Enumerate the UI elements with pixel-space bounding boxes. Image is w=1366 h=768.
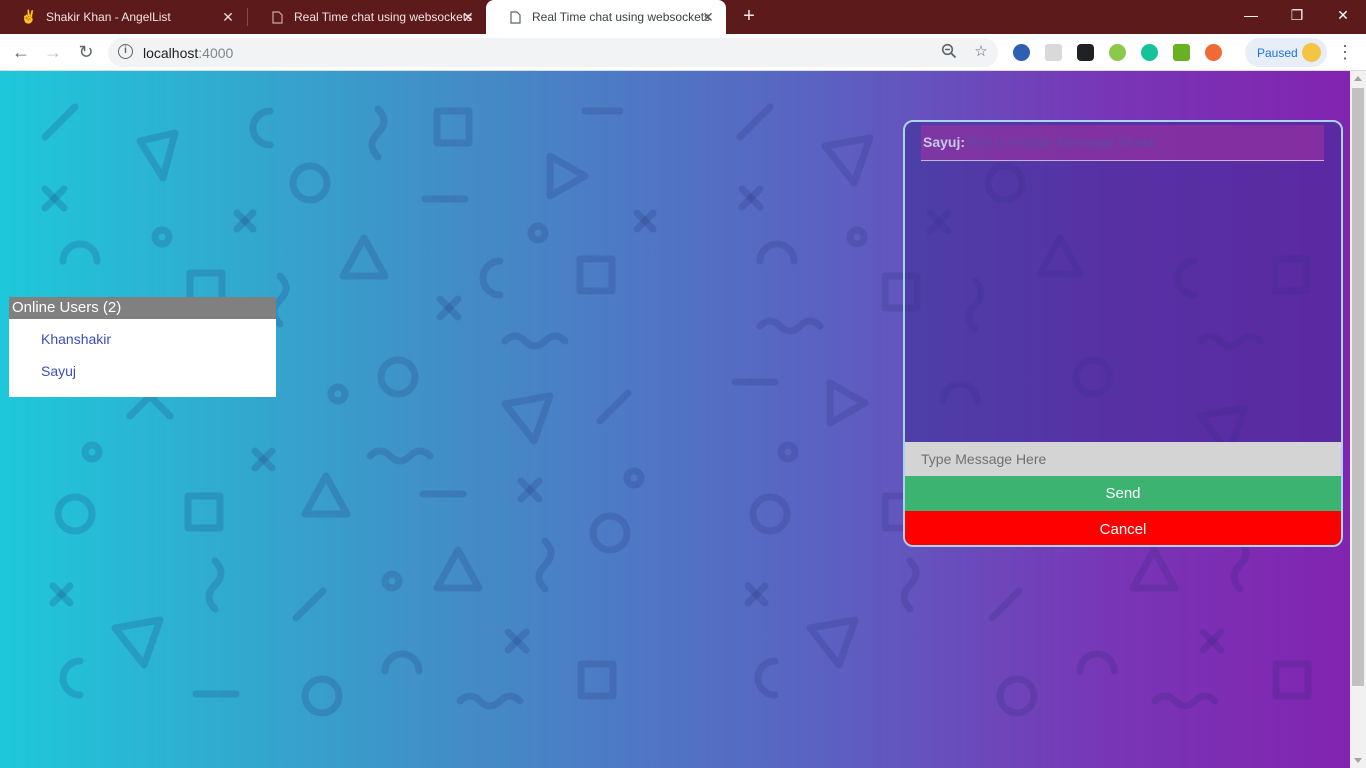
page-icon (508, 10, 522, 24)
forward-icon[interactable]: → (41, 40, 65, 64)
message-text: This Is Private Message Shakir (965, 134, 1158, 150)
user-link-khanshakir[interactable]: Khanshakir (9, 323, 276, 355)
page-scrollbar[interactable] (1350, 71, 1366, 768)
scroll-down-icon[interactable] (1354, 758, 1362, 763)
online-users-title: Online Users (2) (9, 297, 276, 319)
browser-tab-2[interactable]: Real Time chat using websockets ✕ (248, 0, 486, 34)
chat-messages: Sayuj:This Is Private Message Shakir (905, 122, 1341, 442)
private-chat-box: Sayuj:This Is Private Message Shakir Sen… (903, 120, 1343, 547)
browser-tabstrip: ✌ Shakir Khan - AngelList ✕ Real Time ch… (0, 0, 1366, 34)
profile-status: Paused (1257, 46, 1298, 60)
online-users-panel: Online Users (2) Khanshakir Sayuj (9, 297, 276, 397)
scrollbar-thumb[interactable] (1352, 88, 1364, 686)
close-window-icon[interactable]: ✕ (1320, 0, 1366, 30)
address-bar[interactable]: i localhost:4000 ☆ (108, 38, 998, 67)
browser-toolbar: ← → ↻ i localhost:4000 ☆ Paused ⋮ (0, 34, 1366, 71)
browser-tab-1[interactable]: ✌ Shakir Khan - AngelList ✕ (0, 0, 246, 34)
minimize-icon[interactable]: — (1228, 0, 1274, 30)
tab-title: Shakir Khan - AngelList (46, 10, 171, 24)
extension-grammarly-icon[interactable] (1141, 44, 1158, 61)
chat-message: Sayuj:This Is Private Message Shakir (921, 125, 1324, 161)
close-tab-icon[interactable]: ✕ (460, 9, 476, 25)
angellist-icon: ✌ (20, 9, 38, 24)
tab-title: Real Time chat using websockets (294, 10, 473, 24)
message-sender: Sayuj: (923, 134, 966, 150)
restore-icon[interactable]: ❐ (1274, 0, 1320, 30)
site-info-icon[interactable]: i (118, 44, 133, 59)
extension-download-icon[interactable] (1173, 44, 1190, 61)
profile-button[interactable]: Paused (1245, 38, 1327, 67)
send-button[interactable]: Send (905, 476, 1341, 511)
reload-icon[interactable]: ↻ (74, 40, 98, 64)
user-link-sayuj[interactable]: Sayuj (9, 355, 276, 387)
avatar (1302, 43, 1321, 62)
extension-box-icon[interactable] (1045, 44, 1062, 61)
page-icon (270, 10, 284, 24)
extension-node-icon[interactable] (1109, 44, 1126, 61)
bookmark-star-icon[interactable]: ☆ (972, 43, 990, 61)
menu-icon[interactable]: ⋮ (1336, 40, 1354, 64)
close-tab-icon[interactable]: ✕ (220, 9, 236, 25)
zoom-icon[interactable] (940, 43, 958, 61)
new-tab-icon[interactable]: + (738, 5, 760, 27)
extension-orange-icon[interactable] (1205, 44, 1222, 61)
close-tab-icon[interactable]: ✕ (700, 9, 716, 25)
url-text: localhost:4000 (143, 45, 234, 61)
cancel-button[interactable]: Cancel (905, 511, 1341, 545)
browser-tab-3-active[interactable]: Real Time chat using websockets ✕ (486, 0, 726, 34)
tab-title: Real Time chat using websockets (532, 10, 711, 24)
extension-globe-icon[interactable] (1013, 44, 1030, 61)
scroll-up-icon[interactable] (1354, 76, 1362, 81)
back-icon[interactable]: ← (9, 40, 33, 64)
extension-dark-icon[interactable] (1077, 44, 1094, 61)
message-input[interactable] (905, 442, 1341, 476)
